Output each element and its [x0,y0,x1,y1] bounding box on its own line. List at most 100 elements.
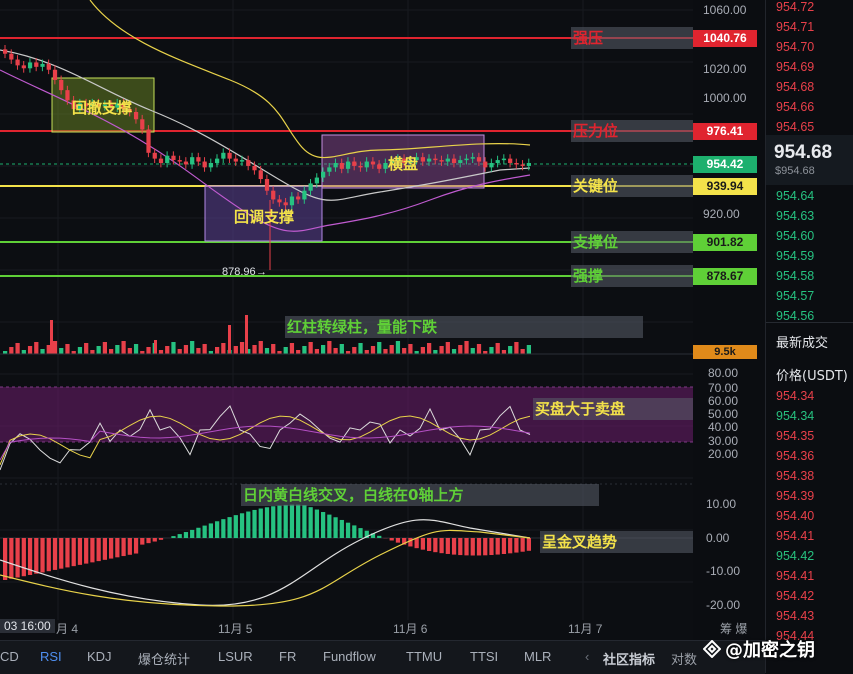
macd-bar [53,538,57,570]
tab-ttsi[interactable]: TTSI [470,649,498,664]
macd-bar [271,506,275,538]
tab-cd[interactable]: CD [0,649,19,664]
candle-body [196,157,200,161]
macd-bar [184,532,188,538]
candle-body [240,160,244,162]
tab-ttmu[interactable]: TTMU [406,649,442,664]
macd-bar [471,538,475,555]
tab-fr[interactable]: FR [279,649,296,664]
trade-price: 954.41 [776,569,814,583]
volume-bar [514,342,518,354]
trade-price: 954.34 [776,389,814,403]
candle-body [489,163,493,167]
volume-bar [159,350,163,354]
macd-annotation-right: 呈金叉趋势 [542,531,617,553]
volume-bar [390,345,394,354]
macd-bar [15,538,19,577]
ask-price: 954.72 [776,0,814,14]
volume-bar [252,345,256,354]
macd-bar [483,538,487,555]
volume-bar [59,348,63,354]
trades-title[interactable]: 最新成交 [776,332,828,351]
trade-price: 954.34 [776,409,814,423]
macd-bar [153,538,157,542]
compare-button[interactable]: 对数 [671,649,697,668]
volume-bar [165,346,169,354]
macd-bar [265,507,269,538]
volume-bar [109,349,113,354]
candle-body [508,159,512,163]
volume-bar [178,349,182,354]
trade-price: 954.42 [776,549,814,563]
macd-bar [439,538,443,553]
tab-爆仓统计[interactable]: 爆仓统计 [138,649,190,668]
tab-lsur[interactable]: LSUR [218,649,253,664]
candle-body [502,159,506,161]
macd-bar [65,538,69,567]
community-indicator-button[interactable]: 社区指标 [603,649,655,668]
volume-bar [333,348,337,354]
candle-body [527,163,531,166]
ma-yellow-line [90,0,530,158]
volume-bar [271,344,275,354]
macd-bar [527,538,531,551]
tab-mlr[interactable]: MLR [524,649,551,664]
candle-body [352,162,356,166]
macd-bar [477,538,481,555]
candle-body [315,178,319,184]
volume-bar [284,347,288,354]
price-tick-label: 920.00 [703,207,740,221]
macd-bar [190,530,194,538]
volume-bar [358,343,362,354]
candle-body [28,62,32,68]
trade-price: 954.42 [776,589,814,603]
macd-bar [121,538,125,556]
volume-bar [402,348,406,354]
candle-body [284,202,288,205]
rsi-tick-label: 40.00 [708,420,738,434]
macd-bar [203,526,207,538]
x-label-day7: 11月 7 [568,620,602,637]
candle-body [477,157,481,161]
logo-icon [703,640,721,658]
volume-spike [50,320,53,354]
macd-bar [109,538,113,559]
volume-spike [154,340,157,354]
candle-body [246,160,250,166]
volume-bar [115,345,119,354]
candle-body [171,156,175,160]
volume-bar [40,349,44,354]
macd-bar [309,507,313,538]
volume-bar [171,342,175,354]
candle-body [184,162,188,165]
macd-bar [240,513,244,538]
candle-body [15,60,19,66]
tab-kdj[interactable]: KDJ [87,649,112,664]
x-label-day4: 月 4 [56,620,78,637]
bid-price: 954.57 [776,289,814,303]
macd-bar [496,538,500,555]
macd-bar [22,538,26,576]
volume-bar [121,341,125,354]
macd-bar [340,520,344,538]
candle-body [215,159,219,163]
macd-bar [327,515,331,538]
volume-bar [240,342,244,354]
candle-body [302,191,306,200]
candle-body [296,197,300,200]
rsi-tick-label: 20.00 [708,447,738,461]
tab-fundflow[interactable]: Fundflow [323,649,376,664]
macd-bar [415,538,419,548]
macd-bar [358,528,362,538]
macd-bar [234,515,238,538]
trade-price: 954.39 [776,489,814,503]
trade-price: 954.36 [776,449,814,463]
candle-body [153,153,157,159]
rsi-tick-label: 30.00 [708,434,738,448]
candle-body [340,163,344,169]
tab-rsi[interactable]: RSI [40,649,62,664]
volume-bar [9,347,13,354]
chevron-left-icon[interactable]: ‹ [585,649,589,664]
macd-bar [40,538,44,572]
candle-body [452,159,456,163]
